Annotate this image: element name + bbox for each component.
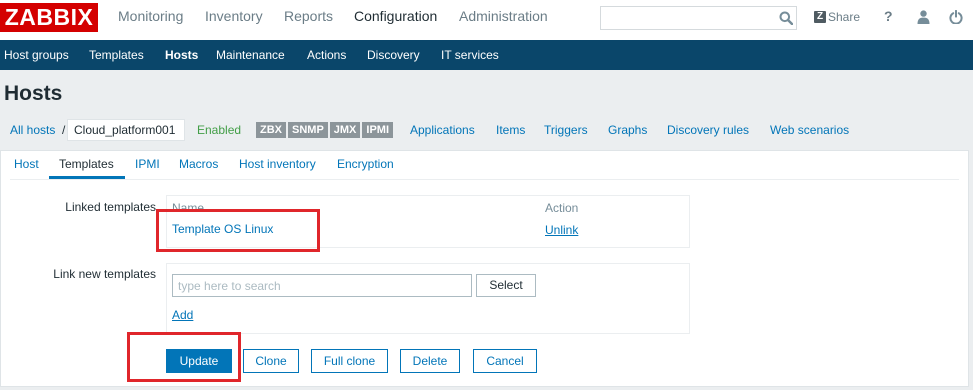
availability-badges: ZBX SNMP JMX IPMI <box>256 122 394 138</box>
subnav-maintenance[interactable]: Maintenance <box>216 48 285 62</box>
cancel-button[interactable]: Cancel <box>473 349 537 373</box>
host-link-discovery-rules[interactable]: Discovery rules <box>667 123 749 137</box>
column-header-name: Name <box>172 201 205 215</box>
tab-ipmi[interactable]: IPMI <box>135 157 160 171</box>
subnav-actions[interactable]: Actions <box>307 48 346 62</box>
active-tab-indicator <box>49 176 125 179</box>
menu-monitoring[interactable]: Monitoring <box>118 8 183 24</box>
host-link-items[interactable]: Items <box>496 123 525 137</box>
page-title: Hosts <box>4 82 63 105</box>
breadcrumb-host-name: Cloud_platform001 <box>67 119 185 141</box>
tab-templates[interactable]: Templates <box>59 157 114 171</box>
breadcrumb-all-hosts[interactable]: All hosts <box>10 123 55 137</box>
badge-jmx: JMX <box>329 122 361 138</box>
select-templates-button[interactable]: Select <box>476 274 536 297</box>
delete-button[interactable]: Delete <box>400 349 460 373</box>
sub-navigation: Host groups Templates Hosts Maintenance … <box>0 40 973 70</box>
tab-host[interactable]: Host <box>14 157 39 171</box>
tab-host-inventory[interactable]: Host inventory <box>239 157 316 171</box>
host-status-enabled[interactable]: Enabled <box>197 123 241 137</box>
badge-snmp: SNMP <box>288 122 328 138</box>
share-label: Share <box>828 10 861 24</box>
subnav-it-services[interactable]: IT services <box>441 48 499 62</box>
subnav-templates[interactable]: Templates <box>89 48 144 62</box>
zabbix-host-edit-page: ZABBIX Monitoring Inventory Reports Conf… <box>0 0 973 390</box>
user-icon[interactable] <box>917 10 930 24</box>
badge-ipmi: IPMI <box>362 122 394 138</box>
full-clone-button[interactable]: Full clone <box>311 349 388 373</box>
global-search <box>600 6 797 30</box>
search-icon[interactable] <box>779 11 794 26</box>
unlink-link[interactable]: Unlink <box>545 223 578 237</box>
zabbix-share-icon: Z <box>814 11 826 23</box>
search-input[interactable] <box>601 7 777 29</box>
tab-macros[interactable]: Macros <box>179 157 218 171</box>
tab-encryption[interactable]: Encryption <box>337 157 394 171</box>
tab-bar-divider <box>10 179 959 180</box>
column-header-action: Action <box>545 201 579 215</box>
menu-configuration[interactable]: Configuration <box>354 8 437 24</box>
add-template-link[interactable]: Add <box>172 308 193 322</box>
link-new-templates-label: Link new templates <box>53 267 156 281</box>
host-link-triggers[interactable]: Triggers <box>544 123 588 137</box>
zabbix-logo[interactable]: ZABBIX <box>0 3 98 32</box>
linked-template-name[interactable]: Template OS Linux <box>172 222 273 236</box>
menu-inventory[interactable]: Inventory <box>205 8 263 24</box>
subnav-hosts[interactable]: Hosts <box>165 48 198 62</box>
power-icon[interactable] <box>949 9 963 25</box>
linked-templates-label: Linked templates <box>65 200 156 214</box>
host-link-applications[interactable]: Applications <box>410 123 475 137</box>
badge-zbx: ZBX <box>256 122 286 138</box>
help-icon[interactable]: ? <box>884 8 893 24</box>
update-button[interactable]: Update <box>166 349 232 373</box>
menu-reports[interactable]: Reports <box>284 8 333 24</box>
subnav-discovery[interactable]: Discovery <box>367 48 420 62</box>
host-link-graphs[interactable]: Graphs <box>608 123 647 137</box>
template-search-input[interactable] <box>172 274 472 297</box>
top-header: ZABBIX Monitoring Inventory Reports Conf… <box>0 0 973 40</box>
subnav-host-groups[interactable]: Host groups <box>4 48 69 62</box>
clone-button[interactable]: Clone <box>243 349 299 373</box>
host-link-web-scenarios[interactable]: Web scenarios <box>770 123 849 137</box>
share-button[interactable]: Z Share <box>814 10 862 26</box>
breadcrumb-separator: / <box>62 123 66 137</box>
menu-administration[interactable]: Administration <box>459 8 548 24</box>
